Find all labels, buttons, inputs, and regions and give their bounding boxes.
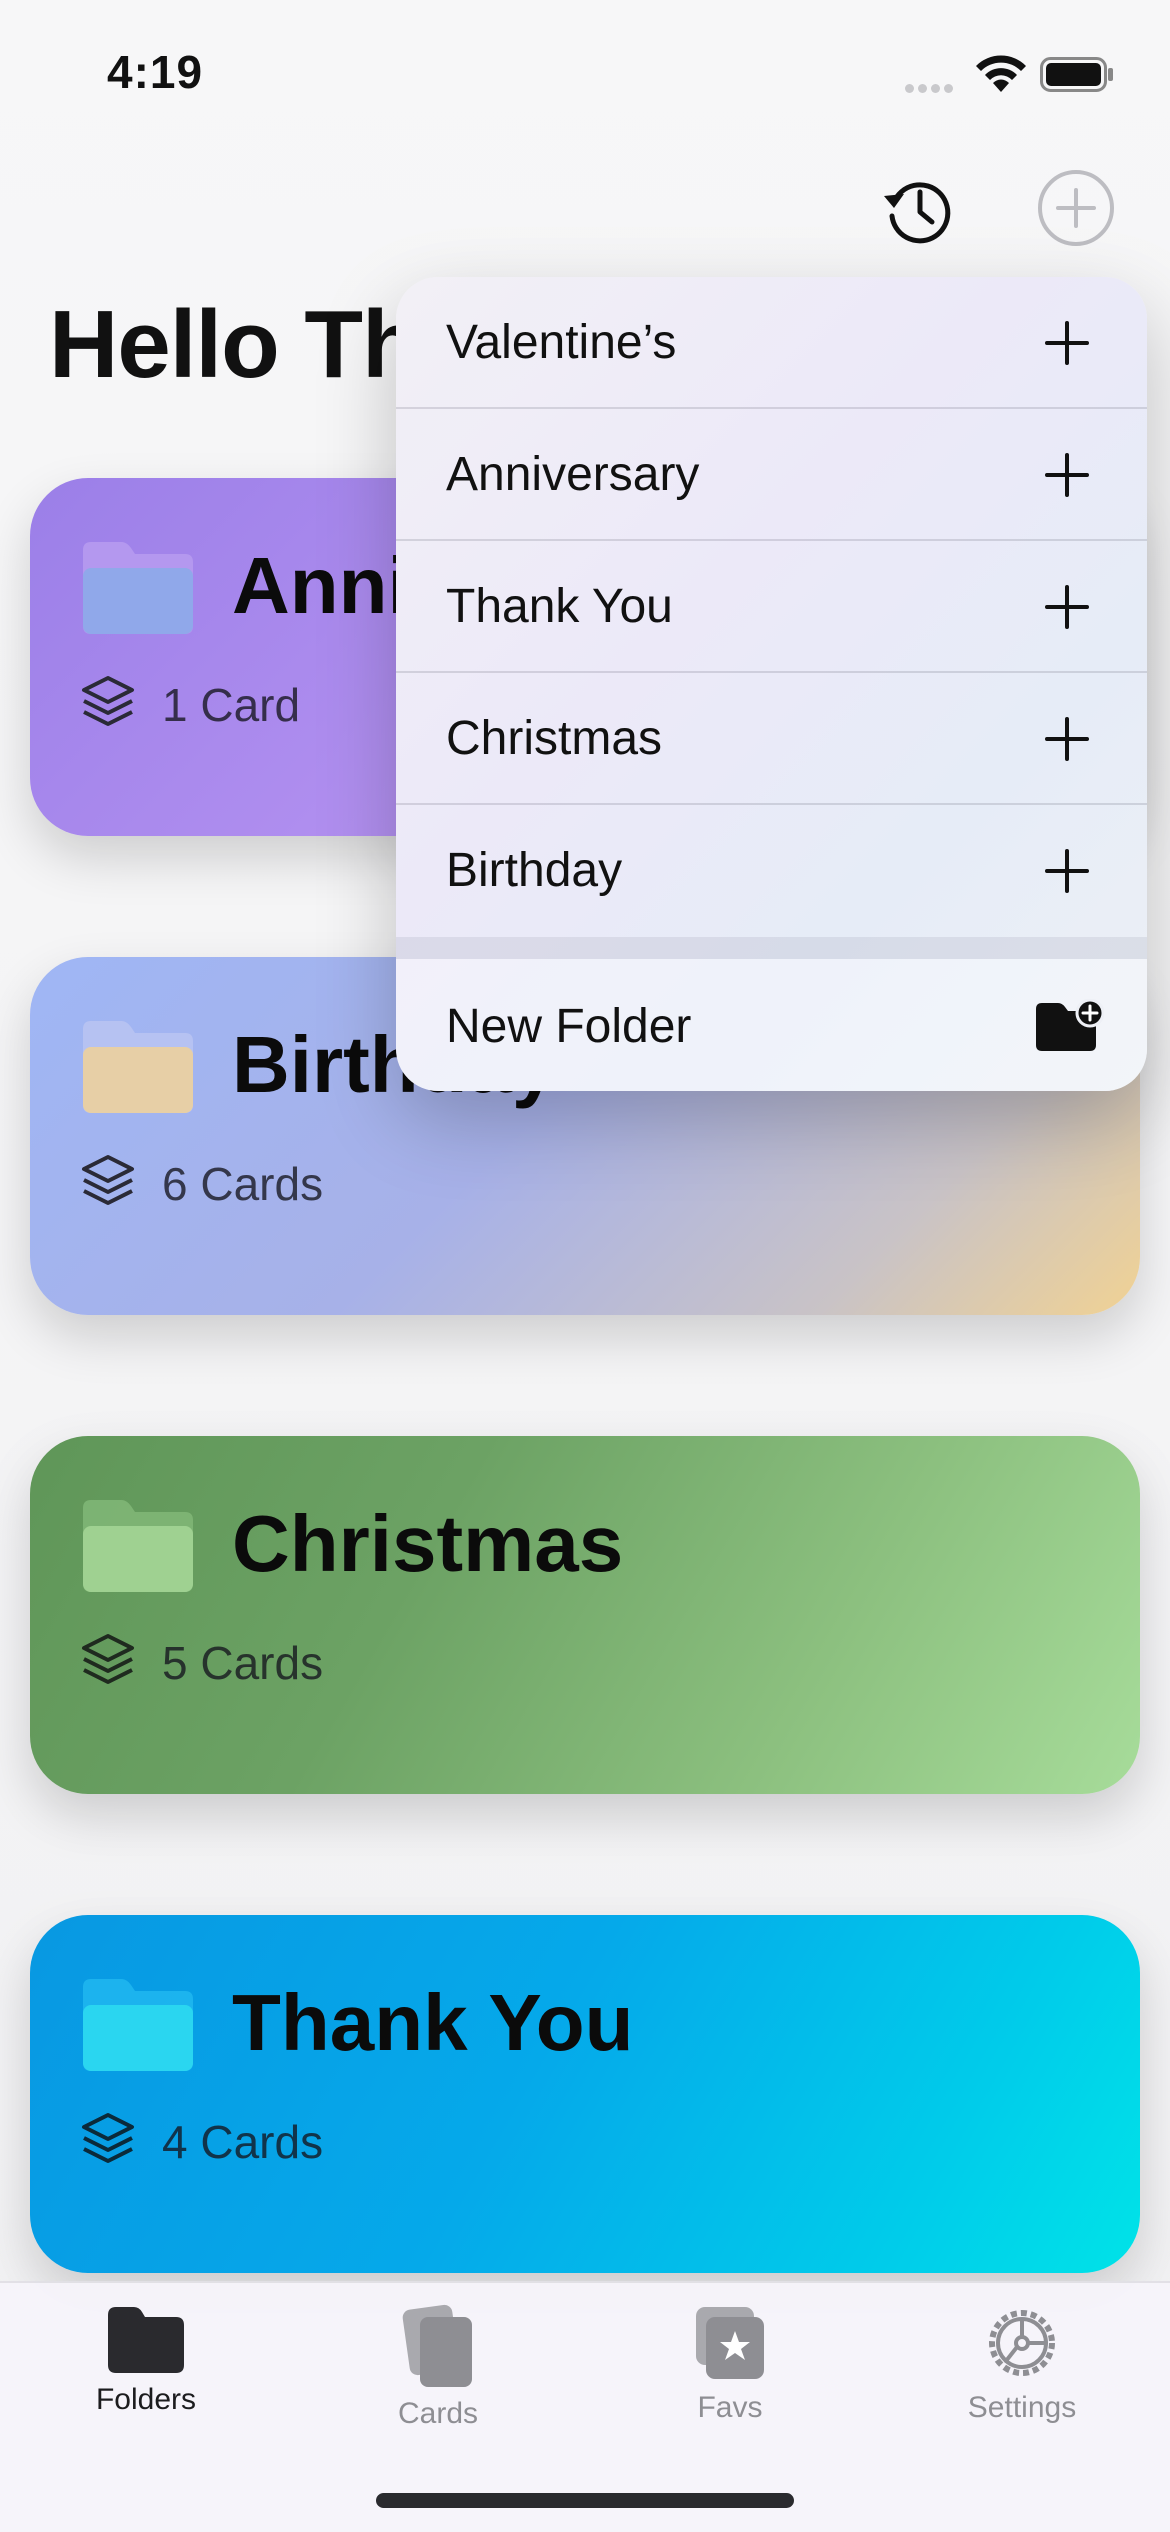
- folder-title: Christmas: [232, 1499, 624, 1588]
- menu-item-label: Christmas: [446, 712, 663, 765]
- cellular-signal-icon: [905, 80, 959, 93]
- tab-folders[interactable]: Folders: [46, 2303, 246, 2443]
- tab-favs[interactable]: Favs: [630, 2303, 830, 2443]
- plus-icon: [1045, 849, 1089, 893]
- menu-item-christmas[interactable]: Christmas: [396, 673, 1147, 805]
- screen: 4:19 Hello There Anniversary 1 Card: [0, 0, 1170, 2532]
- tab-label: Settings: [967, 2391, 1077, 2424]
- plus-icon: [1045, 453, 1089, 497]
- folder-card-count: 6 Cards: [162, 1158, 324, 1210]
- menu-item-thank-you[interactable]: Thank You: [396, 541, 1147, 673]
- gear-icon: [989, 2310, 1055, 2376]
- folder-title: Thank You: [232, 1978, 634, 2067]
- history-icon[interactable]: [880, 172, 956, 248]
- folder-icon: [83, 1021, 193, 1113]
- home-indicator: [376, 2493, 794, 2508]
- plus-icon: [1045, 321, 1089, 365]
- folder-fill-icon: [108, 2307, 184, 2373]
- tab-label: Cards: [397, 2397, 479, 2430]
- battery-icon: [1040, 57, 1113, 92]
- status-time: 4:19: [107, 46, 204, 98]
- menu-divider: [396, 937, 1147, 959]
- new-folder-label: New Folder: [446, 1000, 692, 1053]
- menu-item-label: Anniversary: [446, 448, 700, 501]
- add-card-menu: Valentine’s Anniversary Thank You Christ…: [396, 277, 1147, 1091]
- tab-label: Folders: [95, 2383, 197, 2416]
- folder-card-christmas[interactable]: Christmas 5 Cards: [30, 1436, 1140, 1794]
- tab-settings[interactable]: Settings: [922, 2303, 1122, 2443]
- plus-circle-icon[interactable]: [1036, 168, 1116, 248]
- new-folder-button[interactable]: New Folder: [396, 959, 1147, 1091]
- folder-badge-plus-icon: [1036, 999, 1104, 1051]
- menu-item-anniversary[interactable]: Anniversary: [396, 409, 1147, 541]
- tab-cards[interactable]: Cards: [338, 2303, 538, 2443]
- menu-item-label: Thank You: [446, 580, 673, 633]
- menu-item-label: Birthday: [446, 844, 623, 897]
- folder-card-count: 4 Cards: [162, 2116, 324, 2168]
- stack-icon: [82, 2113, 134, 2163]
- folder-card-thank-you[interactable]: Thank You 4 Cards: [30, 1915, 1140, 2273]
- cards-icon: [402, 2304, 472, 2387]
- star-cards-icon: [696, 2307, 764, 2379]
- plus-icon: [1045, 717, 1089, 761]
- wifi-icon: [976, 55, 1026, 92]
- folder-icon: [83, 1500, 193, 1592]
- stack-icon: [82, 676, 134, 726]
- plus-icon: [1045, 585, 1089, 629]
- folder-icon: [83, 542, 193, 634]
- folder-card-count: 5 Cards: [162, 1637, 324, 1689]
- stack-icon: [82, 1155, 134, 1205]
- folder-card-count: 1 Card: [162, 679, 301, 731]
- menu-item-birthday[interactable]: Birthday: [396, 805, 1147, 937]
- stack-icon: [82, 1634, 134, 1684]
- menu-item-label: Valentine’s: [446, 316, 677, 369]
- tab-label: Favs: [697, 2391, 763, 2424]
- folder-icon: [83, 1979, 193, 2071]
- menu-item-valentines[interactable]: Valentine’s: [396, 277, 1147, 409]
